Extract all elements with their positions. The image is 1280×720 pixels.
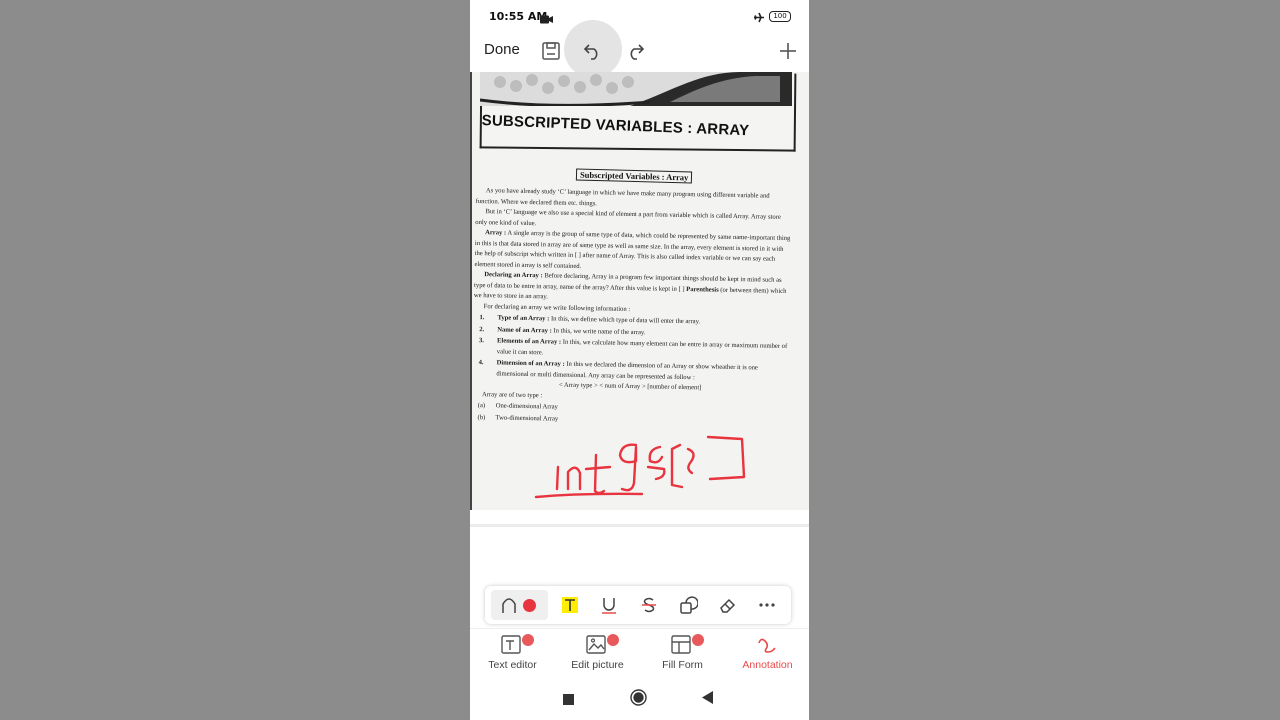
badge-icon [607,634,619,646]
paragraph-array-def: Array : A single array is the group of s… [474,228,791,276]
top-toolbar: Done [470,20,809,78]
tab-annotation[interactable]: Annotation [725,629,809,675]
phone-screen: 10:55 AM 100 Done SUBSCRIPTED VARIABLES … [470,0,809,720]
highlight-icon[interactable] [557,592,583,618]
recents-icon[interactable] [563,692,574,710]
array-text: A single array is the group of same type… [474,229,791,270]
home-icon[interactable] [630,689,647,711]
declaring-label: Declaring an Array : [484,271,543,280]
underline-icon[interactable] [596,592,622,618]
back-icon[interactable] [702,691,713,709]
video-camera-icon [540,11,553,29]
tab-fill-form[interactable]: Fill Form [640,629,725,675]
eraser-icon[interactable] [715,592,741,618]
annotation-icon [756,635,778,660]
banner-photo [480,72,792,106]
status-bar: 10:55 AM 100 [470,0,809,32]
bottom-tab-bar: Text editor Edit picture Fill Form Annot… [470,628,809,675]
battery-icon: 100 [769,11,791,22]
tab-text-editor[interactable]: Text editor [470,629,555,675]
annotation-toolbar [485,586,791,624]
save-icon[interactable] [538,38,564,64]
edit-picture-icon [586,635,608,660]
document-page[interactable]: SUBSCRIPTED VARIABLES : ARRAY Subscripte… [470,72,809,510]
pen-tool[interactable] [491,590,548,620]
page-edge-shadow [470,72,472,510]
status-time: 10:55 AM [489,10,548,23]
strikethrough-icon[interactable] [636,592,662,618]
shapes-icon[interactable] [675,592,701,618]
section-heading: Subscripted Variables : Array [575,168,693,184]
parenthesis-label: Parenthesis [686,285,719,294]
redo-icon[interactable] [622,38,648,64]
text-editor-icon [501,635,523,660]
add-icon[interactable] [775,38,801,64]
document-body: As you have already study ‘C’ language i… [471,186,791,429]
fill-form-icon [671,635,693,660]
badge-icon [692,634,704,646]
tab-edit-picture[interactable]: Edit picture [555,629,640,675]
airplane-mode-icon [753,10,765,28]
color-dot-icon[interactable] [523,599,536,612]
more-icon[interactable] [754,592,780,618]
pen-icon [501,596,517,619]
done-button[interactable]: Done [484,41,520,58]
system-nav-bar [470,674,809,720]
handwritten-annotation[interactable] [530,427,760,510]
array-label: Array : [485,229,507,237]
undo-icon[interactable] [580,38,606,64]
badge-icon [522,634,534,646]
page-divider [470,524,809,527]
